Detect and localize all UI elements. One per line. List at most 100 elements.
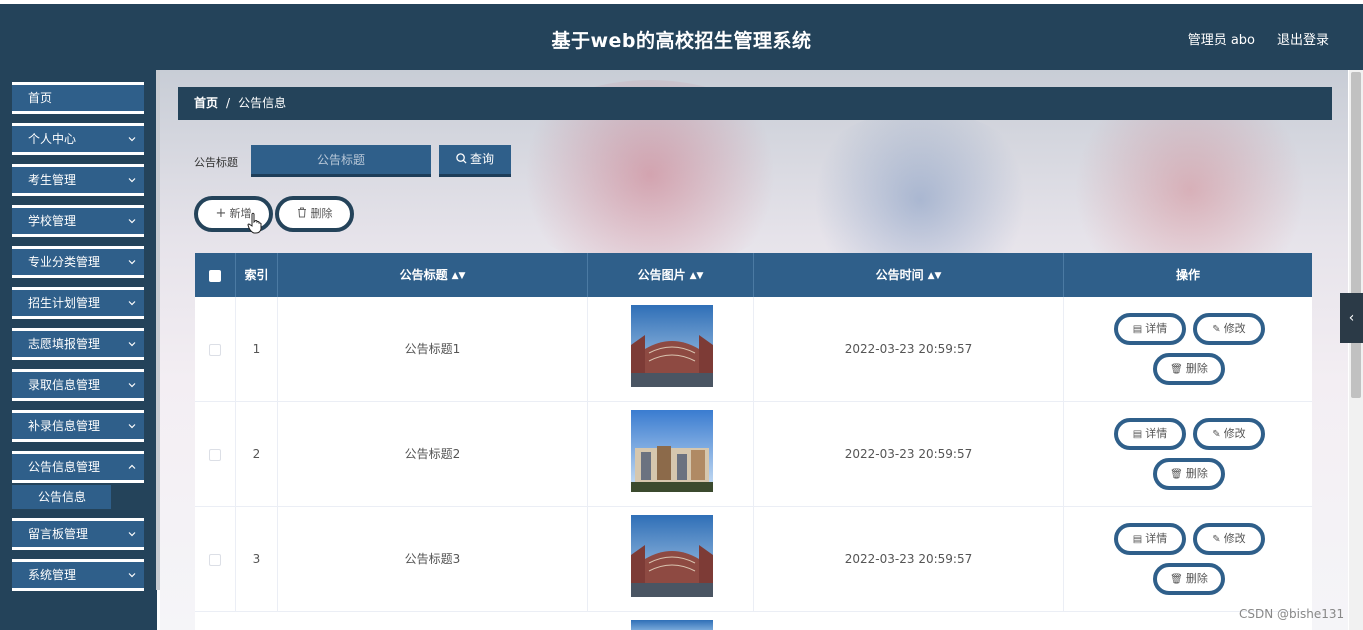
detail-button[interactable]: ▤ 详情 xyxy=(1114,418,1186,450)
row-index: 2 xyxy=(236,402,278,506)
admin-user-label: 管理员 abo xyxy=(1187,33,1255,48)
table-row: 1 公告标题1 2022-03-23 20:59:57 ▤ 详情 ✎ 修改 🗑 删除 xyxy=(195,297,1312,402)
hand-cursor-icon xyxy=(247,212,262,234)
sidebar-item-admission[interactable]: 录取信息管理 xyxy=(12,369,144,401)
sidebar-item-supplementary[interactable]: 补录信息管理 xyxy=(12,410,144,442)
batch-delete-button[interactable]: 删除 xyxy=(275,196,354,232)
column-header-title-label: 公告标题 xyxy=(399,268,448,282)
query-button[interactable]: 查询 xyxy=(439,145,511,177)
edit-button[interactable]: ✎ 修改 xyxy=(1193,523,1265,555)
plus-icon: + xyxy=(215,206,227,221)
row-image-cell xyxy=(588,507,754,611)
row-time: 2022-03-23 20:59:57 xyxy=(754,402,1064,506)
chevron-down-icon xyxy=(128,532,136,537)
column-header-title[interactable]: 公告标题 ▲▼ xyxy=(278,253,588,297)
sidebar-item-personal-center[interactable]: 个人中心 xyxy=(12,123,144,155)
delete-button[interactable]: 🗑 删除 xyxy=(1153,458,1225,490)
sidebar-item-examinee[interactable]: 考生管理 xyxy=(12,164,144,196)
sidebar-item-message-board[interactable]: 留言板管理 xyxy=(12,518,144,550)
sidebar-item-label: 个人中心 xyxy=(28,132,77,146)
row-index: 3 xyxy=(236,507,278,611)
chevron-down-icon xyxy=(128,424,136,429)
edit-button[interactable]: ✎ 修改 xyxy=(1193,313,1265,345)
collapse-panel-button[interactable]: ‹ xyxy=(1340,293,1363,343)
row-ops-cell: ▤ 详情 ✎ 修改 🗑 删除 xyxy=(1064,507,1312,611)
row-image-cell xyxy=(588,297,754,401)
detail-button-label: 详情 xyxy=(1145,322,1168,335)
breadcrumb-separator: / xyxy=(226,96,231,110)
column-header-image[interactable]: 公告图片 ▲▼ xyxy=(588,253,754,297)
breadcrumb-current: 公告信息 xyxy=(238,96,287,110)
row-ops-cell: ▤ 详情 ✎ 修改 🗑 删除 xyxy=(1064,297,1312,401)
sort-icon: ▲▼ xyxy=(451,270,466,281)
trash-icon xyxy=(297,207,306,218)
row-time: 2022-03-23 20:59:57 xyxy=(754,297,1064,401)
delete-button-label: 删除 xyxy=(1185,467,1208,480)
sidebar-item-system[interactable]: 系统管理 xyxy=(12,559,144,591)
delete-button[interactable]: 🗑 删除 xyxy=(1153,353,1225,385)
edit-button-label: 修改 xyxy=(1223,532,1246,545)
row-title: 公告标题1 xyxy=(278,297,588,401)
watermark: CSDN @bishe131 xyxy=(1239,607,1345,621)
row-checkbox[interactable] xyxy=(209,553,221,566)
sidebar-item-school[interactable]: 学校管理 xyxy=(12,205,144,237)
table-row xyxy=(195,612,1312,630)
document-icon: ▤ xyxy=(1132,324,1143,335)
building-photo-thumbnail[interactable] xyxy=(631,410,713,492)
chevron-down-icon xyxy=(128,342,136,347)
app-title: 基于web的高校招生管理系统 xyxy=(551,30,812,52)
detail-button[interactable]: ▤ 详情 xyxy=(1114,313,1186,345)
document-icon: ▤ xyxy=(1132,429,1143,440)
trash-icon: 🗑 xyxy=(1170,364,1183,375)
sort-icon: ▲▼ xyxy=(689,270,704,281)
delete-button[interactable]: 🗑 删除 xyxy=(1153,563,1225,595)
table-header: 索引 公告标题 ▲▼ 公告图片 ▲▼ 公告时间 ▲▼ 操作 xyxy=(195,253,1312,297)
sidebar-item-announcement[interactable]: 公告信息管理 xyxy=(12,451,144,483)
detail-button-label: 详情 xyxy=(1145,427,1168,440)
sidebar-item-home[interactable]: 首页 xyxy=(12,82,144,114)
row-checkbox[interactable] xyxy=(209,448,221,461)
building-photo-thumbnail[interactable] xyxy=(631,620,713,630)
delete-button-label: 删除 xyxy=(1185,572,1208,585)
sidebar-item-label: 首页 xyxy=(28,91,53,105)
sidebar-item-label: 招生计划管理 xyxy=(28,296,101,310)
chevron-down-icon xyxy=(128,137,136,142)
chevron-down-icon xyxy=(128,260,136,265)
sidebar-item-label: 学校管理 xyxy=(28,214,77,228)
trash-icon: 🗑 xyxy=(1170,574,1183,585)
sidebar-item-label: 录取信息管理 xyxy=(28,378,101,392)
chevron-up-icon xyxy=(128,464,136,469)
breadcrumb: 首页 / 公告信息 xyxy=(178,87,1332,120)
building-photo-thumbnail[interactable] xyxy=(631,515,713,597)
sidebar-item-volunteer[interactable]: 志愿填报管理 xyxy=(12,328,144,360)
detail-button[interactable]: ▤ 详情 xyxy=(1114,523,1186,555)
row-checkbox[interactable] xyxy=(209,343,221,356)
delete-button-label: 删除 xyxy=(310,207,333,220)
building-photo-thumbnail[interactable] xyxy=(631,305,713,387)
row-select-cell xyxy=(195,507,236,611)
search-input[interactable] xyxy=(251,145,431,177)
row-select-cell xyxy=(195,297,236,401)
edit-button[interactable]: ✎ 修改 xyxy=(1193,418,1265,450)
pencil-icon: ✎ xyxy=(1212,324,1221,335)
search-label: 公告标题 xyxy=(194,156,238,169)
row-image-cell xyxy=(588,402,754,506)
page-scrollbar-thumb[interactable] xyxy=(1351,72,1361,398)
sidebar-item-major-category[interactable]: 专业分类管理 xyxy=(12,246,144,278)
sort-icon: ▲▼ xyxy=(927,270,942,281)
chevron-left-icon: ‹ xyxy=(1348,310,1355,326)
table-row: 2 公告标题2 2022-03-23 20:59:57 ▤ 详情 ✎ 修改 🗑 删除 xyxy=(195,402,1312,507)
pencil-icon: ✎ xyxy=(1212,429,1221,440)
sidebar-subitem-announcement-info[interactable]: 公告信息 xyxy=(12,485,111,509)
chevron-down-icon xyxy=(128,573,136,578)
breadcrumb-home[interactable]: 首页 xyxy=(194,96,218,110)
column-header-time[interactable]: 公告时间 ▲▼ xyxy=(754,253,1064,297)
detail-button-label: 详情 xyxy=(1145,532,1168,545)
select-all-checkbox[interactable] xyxy=(209,269,221,282)
chevron-down-icon xyxy=(128,301,136,306)
query-button-label: 查询 xyxy=(469,152,494,166)
logout-link[interactable]: 退出登录 xyxy=(1277,29,1329,48)
delete-button-label: 删除 xyxy=(1185,362,1208,375)
row-title: 公告标题2 xyxy=(278,402,588,506)
sidebar-item-enrollment-plan[interactable]: 招生计划管理 xyxy=(12,287,144,319)
